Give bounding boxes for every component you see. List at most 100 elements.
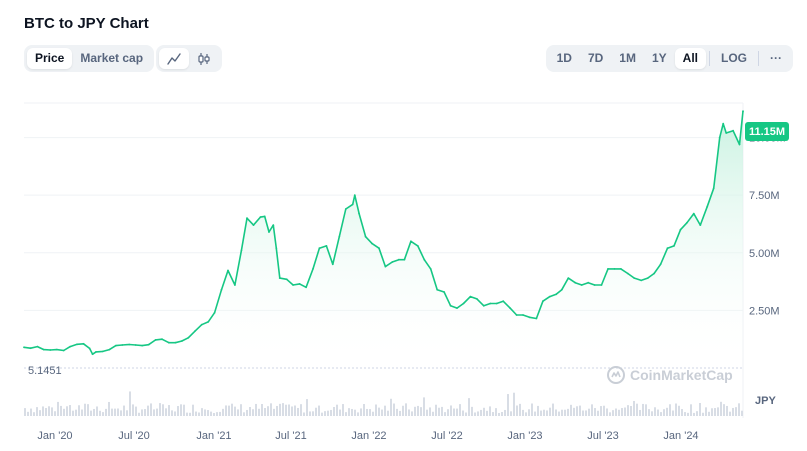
- volume-bar: [579, 405, 581, 416]
- volume-bar: [300, 404, 302, 416]
- volume-bar: [699, 403, 701, 416]
- volume-bar: [327, 410, 329, 416]
- volume-bar: [288, 404, 290, 416]
- currency-label: JPY: [755, 395, 776, 407]
- price-point: [292, 284, 294, 286]
- volume-bar: [567, 408, 569, 416]
- price-point: [732, 129, 734, 132]
- volume-bar: [333, 407, 335, 416]
- volume-bar: [510, 411, 512, 416]
- price-point: [403, 258, 406, 261]
- volume-bar: [702, 412, 704, 416]
- volume-bar: [645, 404, 647, 416]
- volume-bar: [282, 403, 284, 416]
- volume-bar: [570, 404, 572, 416]
- volume-bar: [408, 409, 410, 416]
- price-point: [535, 317, 538, 320]
- volume-bar: [666, 407, 668, 416]
- volume-bar: [168, 405, 170, 416]
- volume-bar: [321, 412, 323, 416]
- volume-bar: [684, 412, 686, 416]
- volume-bar: [153, 409, 155, 416]
- price-point: [207, 321, 210, 323]
- price-point: [108, 348, 111, 351]
- volume-bar: [312, 411, 314, 416]
- volume-bar: [135, 406, 137, 416]
- volume-bar: [30, 408, 32, 416]
- volume-bar: [228, 405, 230, 416]
- price-point: [55, 348, 58, 351]
- volume-bar: [528, 409, 530, 416]
- price-point: [580, 284, 583, 286]
- price-point: [718, 136, 721, 139]
- volume-bar: [186, 412, 188, 416]
- price-point: [423, 258, 426, 261]
- price-point: [220, 288, 223, 291]
- price-point: [134, 344, 137, 346]
- volume-bar: [678, 405, 680, 416]
- volume-bar: [393, 403, 395, 416]
- volume-bar: [63, 408, 65, 416]
- price-point: [121, 344, 124, 346]
- volume-bar: [615, 408, 617, 416]
- price-point: [679, 228, 682, 231]
- price-point: [102, 350, 104, 353]
- volume-bar: [642, 403, 644, 416]
- price-point: [200, 323, 203, 326]
- volume-bar: [453, 408, 455, 416]
- volume-bar: [723, 404, 725, 416]
- price-point: [712, 187, 715, 190]
- volume-bar: [96, 406, 98, 416]
- price-point: [263, 215, 266, 218]
- price-point: [312, 268, 314, 270]
- price-point: [567, 277, 570, 279]
- volume-bar: [471, 406, 473, 416]
- volume-bar: [306, 399, 308, 416]
- price-point: [252, 224, 255, 227]
- price-point: [456, 307, 458, 309]
- price-point: [351, 203, 354, 206]
- volume-bar: [36, 407, 38, 416]
- price-point: [607, 268, 609, 270]
- price-chart[interactable]: 2.50M5.00M7.50M10.00M Jan '20Jul '20Jan …: [0, 0, 807, 451]
- price-point: [391, 261, 394, 263]
- volume-bar: [189, 412, 191, 416]
- volume-bar: [225, 405, 227, 416]
- volume-bar: [381, 409, 383, 416]
- volume-bar: [87, 404, 89, 416]
- volume-bar: [648, 409, 650, 416]
- volume-bar: [99, 410, 101, 416]
- price-point: [626, 272, 629, 275]
- volume-bar: [456, 408, 458, 416]
- volume-bar: [315, 407, 317, 416]
- price-point: [646, 277, 649, 279]
- price-point: [429, 268, 432, 270]
- volume-bar: [708, 411, 710, 416]
- volume-bar: [210, 411, 212, 416]
- volume-bar: [291, 406, 293, 416]
- volume-bar: [357, 412, 359, 416]
- volume-bar: [657, 409, 659, 416]
- volume-bar: [627, 405, 629, 416]
- volume-bar: [621, 408, 623, 416]
- volume-bar: [120, 410, 122, 416]
- x-tick-label: Jul '21: [275, 430, 306, 442]
- price-point: [659, 263, 662, 266]
- x-tick-label: Jul '22: [431, 430, 462, 442]
- baseline-label: 5.1451: [28, 365, 62, 377]
- volume-bar: [594, 408, 596, 416]
- volume-bar: [363, 403, 365, 416]
- price-point: [285, 278, 288, 281]
- volume-bar: [45, 408, 47, 416]
- price-point: [509, 307, 511, 309]
- volume-bar: [447, 409, 449, 416]
- price-point: [489, 302, 492, 305]
- volume-bar: [726, 405, 728, 416]
- x-tick-label: Jan '23: [507, 430, 542, 442]
- volume-bar: [369, 409, 371, 416]
- volume-bar: [183, 404, 185, 416]
- volume-bar: [654, 407, 656, 416]
- volume-bar: [435, 404, 437, 416]
- price-point: [246, 217, 248, 220]
- volume-bar: [237, 409, 239, 416]
